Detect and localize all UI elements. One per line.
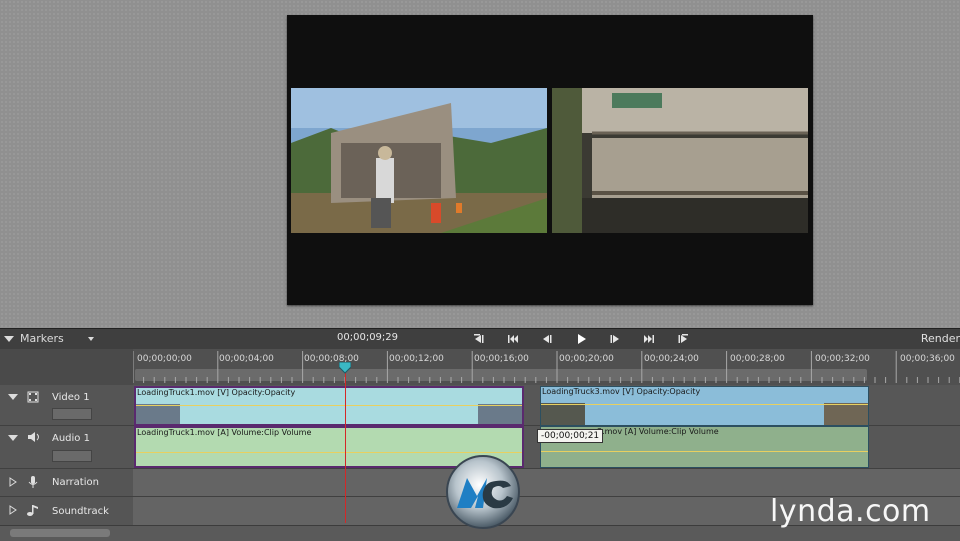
collapse-audio1-icon[interactable]	[8, 435, 18, 441]
markers-menu[interactable]: Markers	[4, 332, 94, 345]
ruler-label-36: 00;00;36;00	[900, 354, 955, 364]
play-button[interactable]	[564, 331, 598, 347]
clip-label: LoadingTruck1.mov [V] Opacity:Opacity	[137, 388, 296, 397]
video-clip-loadingtruck1[interactable]: LoadingTruck1.mov [V] Opacity:Opacity	[134, 386, 524, 426]
track-name-audio1: Audio 1	[52, 433, 90, 444]
step-forward-icon	[610, 335, 619, 343]
monitor-panel	[0, 0, 960, 328]
clip-thumbnail	[824, 403, 868, 425]
track-name-video1: Video 1	[52, 392, 90, 403]
volume-rubberband[interactable]	[541, 451, 868, 452]
track-header-soundtrack[interactable]: Soundtrack	[0, 497, 133, 526]
ruler-label-28: 00;00;28;00	[730, 354, 785, 364]
go-to-out-point-button[interactable]	[666, 331, 700, 347]
ruler-label-16: 00;00;16;00	[474, 354, 529, 364]
track-header-video1[interactable]: Video 1	[0, 385, 133, 426]
track-name-soundtrack: Soundtrack	[52, 506, 109, 517]
track-header-audio1[interactable]: Audio 1	[0, 426, 133, 469]
go-to-end-icon	[644, 335, 654, 343]
video-clip-loadingtruck3[interactable]: LoadingTruck3.mov [V] Opacity:Opacity	[540, 386, 869, 426]
ruler-label-32: 00;00;32;00	[815, 354, 870, 364]
trim-tooltip: -00;00;00;21	[537, 429, 604, 443]
collapse-video1-icon[interactable]	[8, 394, 18, 400]
go-to-start-button[interactable]	[496, 331, 530, 347]
clip-label: LoadingTruck1.mov [A] Volume:Clip Volume	[137, 428, 312, 437]
expand-soundtrack-icon[interactable]	[9, 505, 17, 515]
playhead-line[interactable]	[345, 363, 346, 523]
scrollbar-thumb[interactable]	[10, 529, 110, 537]
clip-label: 3.mov [A] Volume:Clip Volume	[597, 427, 719, 436]
preview-right-video-frame	[552, 88, 808, 233]
time-ruler[interactable]: 00;00;00;00 00;00;04;00 00;00;08;00 00;0…	[0, 349, 960, 385]
ruler-label-12: 00;00;12;00	[389, 354, 444, 364]
opacity-rubberband[interactable]	[541, 404, 868, 405]
track-lane-video1[interactable]: LoadingTruck1.mov [V] Opacity:Opacity Lo…	[133, 385, 960, 426]
ruler-header-spacer	[0, 349, 133, 385]
music-note-icon	[27, 505, 38, 516]
playhead-handle[interactable]	[339, 362, 351, 374]
ruler-label-4: 00;00;04;00	[219, 354, 274, 364]
keyframe-nav-audio1[interactable]	[52, 450, 92, 462]
current-timecode[interactable]: 00;00;09;29	[337, 332, 398, 343]
clip-thumbnail	[478, 404, 522, 424]
clip-label: LoadingTruck3.mov [V] Opacity:Opacity	[542, 387, 701, 396]
transport-controls	[462, 331, 700, 347]
go-to-out-point-icon	[678, 334, 688, 343]
microphone-icon	[28, 476, 38, 488]
go-to-in-point-icon	[474, 334, 484, 343]
preview-monitor[interactable]	[287, 15, 813, 305]
markers-dropdown-icon[interactable]	[87, 336, 94, 341]
ruler-label-24: 00;00;24;00	[644, 354, 699, 364]
speaker-icon	[28, 432, 39, 442]
watermark-logo	[446, 455, 520, 529]
ruler-label-0: 00;00;00;00	[137, 354, 192, 364]
opacity-rubberband[interactable]	[136, 405, 522, 406]
clip-thumbnail	[136, 404, 180, 424]
keyframe-nav-video1[interactable]	[52, 408, 92, 420]
step-back-button[interactable]	[530, 331, 564, 347]
track-lane-narration[interactable]	[133, 469, 960, 497]
film-icon	[27, 391, 39, 403]
play-icon	[578, 334, 586, 344]
go-to-end-button[interactable]	[632, 331, 666, 347]
track-name-narration: Narration	[52, 477, 99, 488]
markers-label: Markers	[20, 332, 64, 345]
ruler-label-20: 00;00;20;00	[559, 354, 614, 364]
step-forward-button[interactable]	[598, 331, 632, 347]
step-back-icon	[543, 335, 552, 343]
timeline-controls-bar: Markers 00;00;09;29 Render	[0, 328, 960, 350]
preview-left-video-frame	[291, 88, 547, 233]
lynda-watermark: lynda.com	[770, 494, 931, 529]
expand-narration-icon[interactable]	[9, 477, 17, 487]
render-button[interactable]: Render	[921, 332, 960, 345]
go-to-start-icon	[508, 335, 518, 343]
go-to-in-point-button[interactable]	[462, 331, 496, 347]
track-header-narration[interactable]: Narration	[0, 469, 133, 497]
markers-collapse-icon[interactable]	[4, 335, 14, 342]
clip-thumbnail	[541, 403, 585, 425]
